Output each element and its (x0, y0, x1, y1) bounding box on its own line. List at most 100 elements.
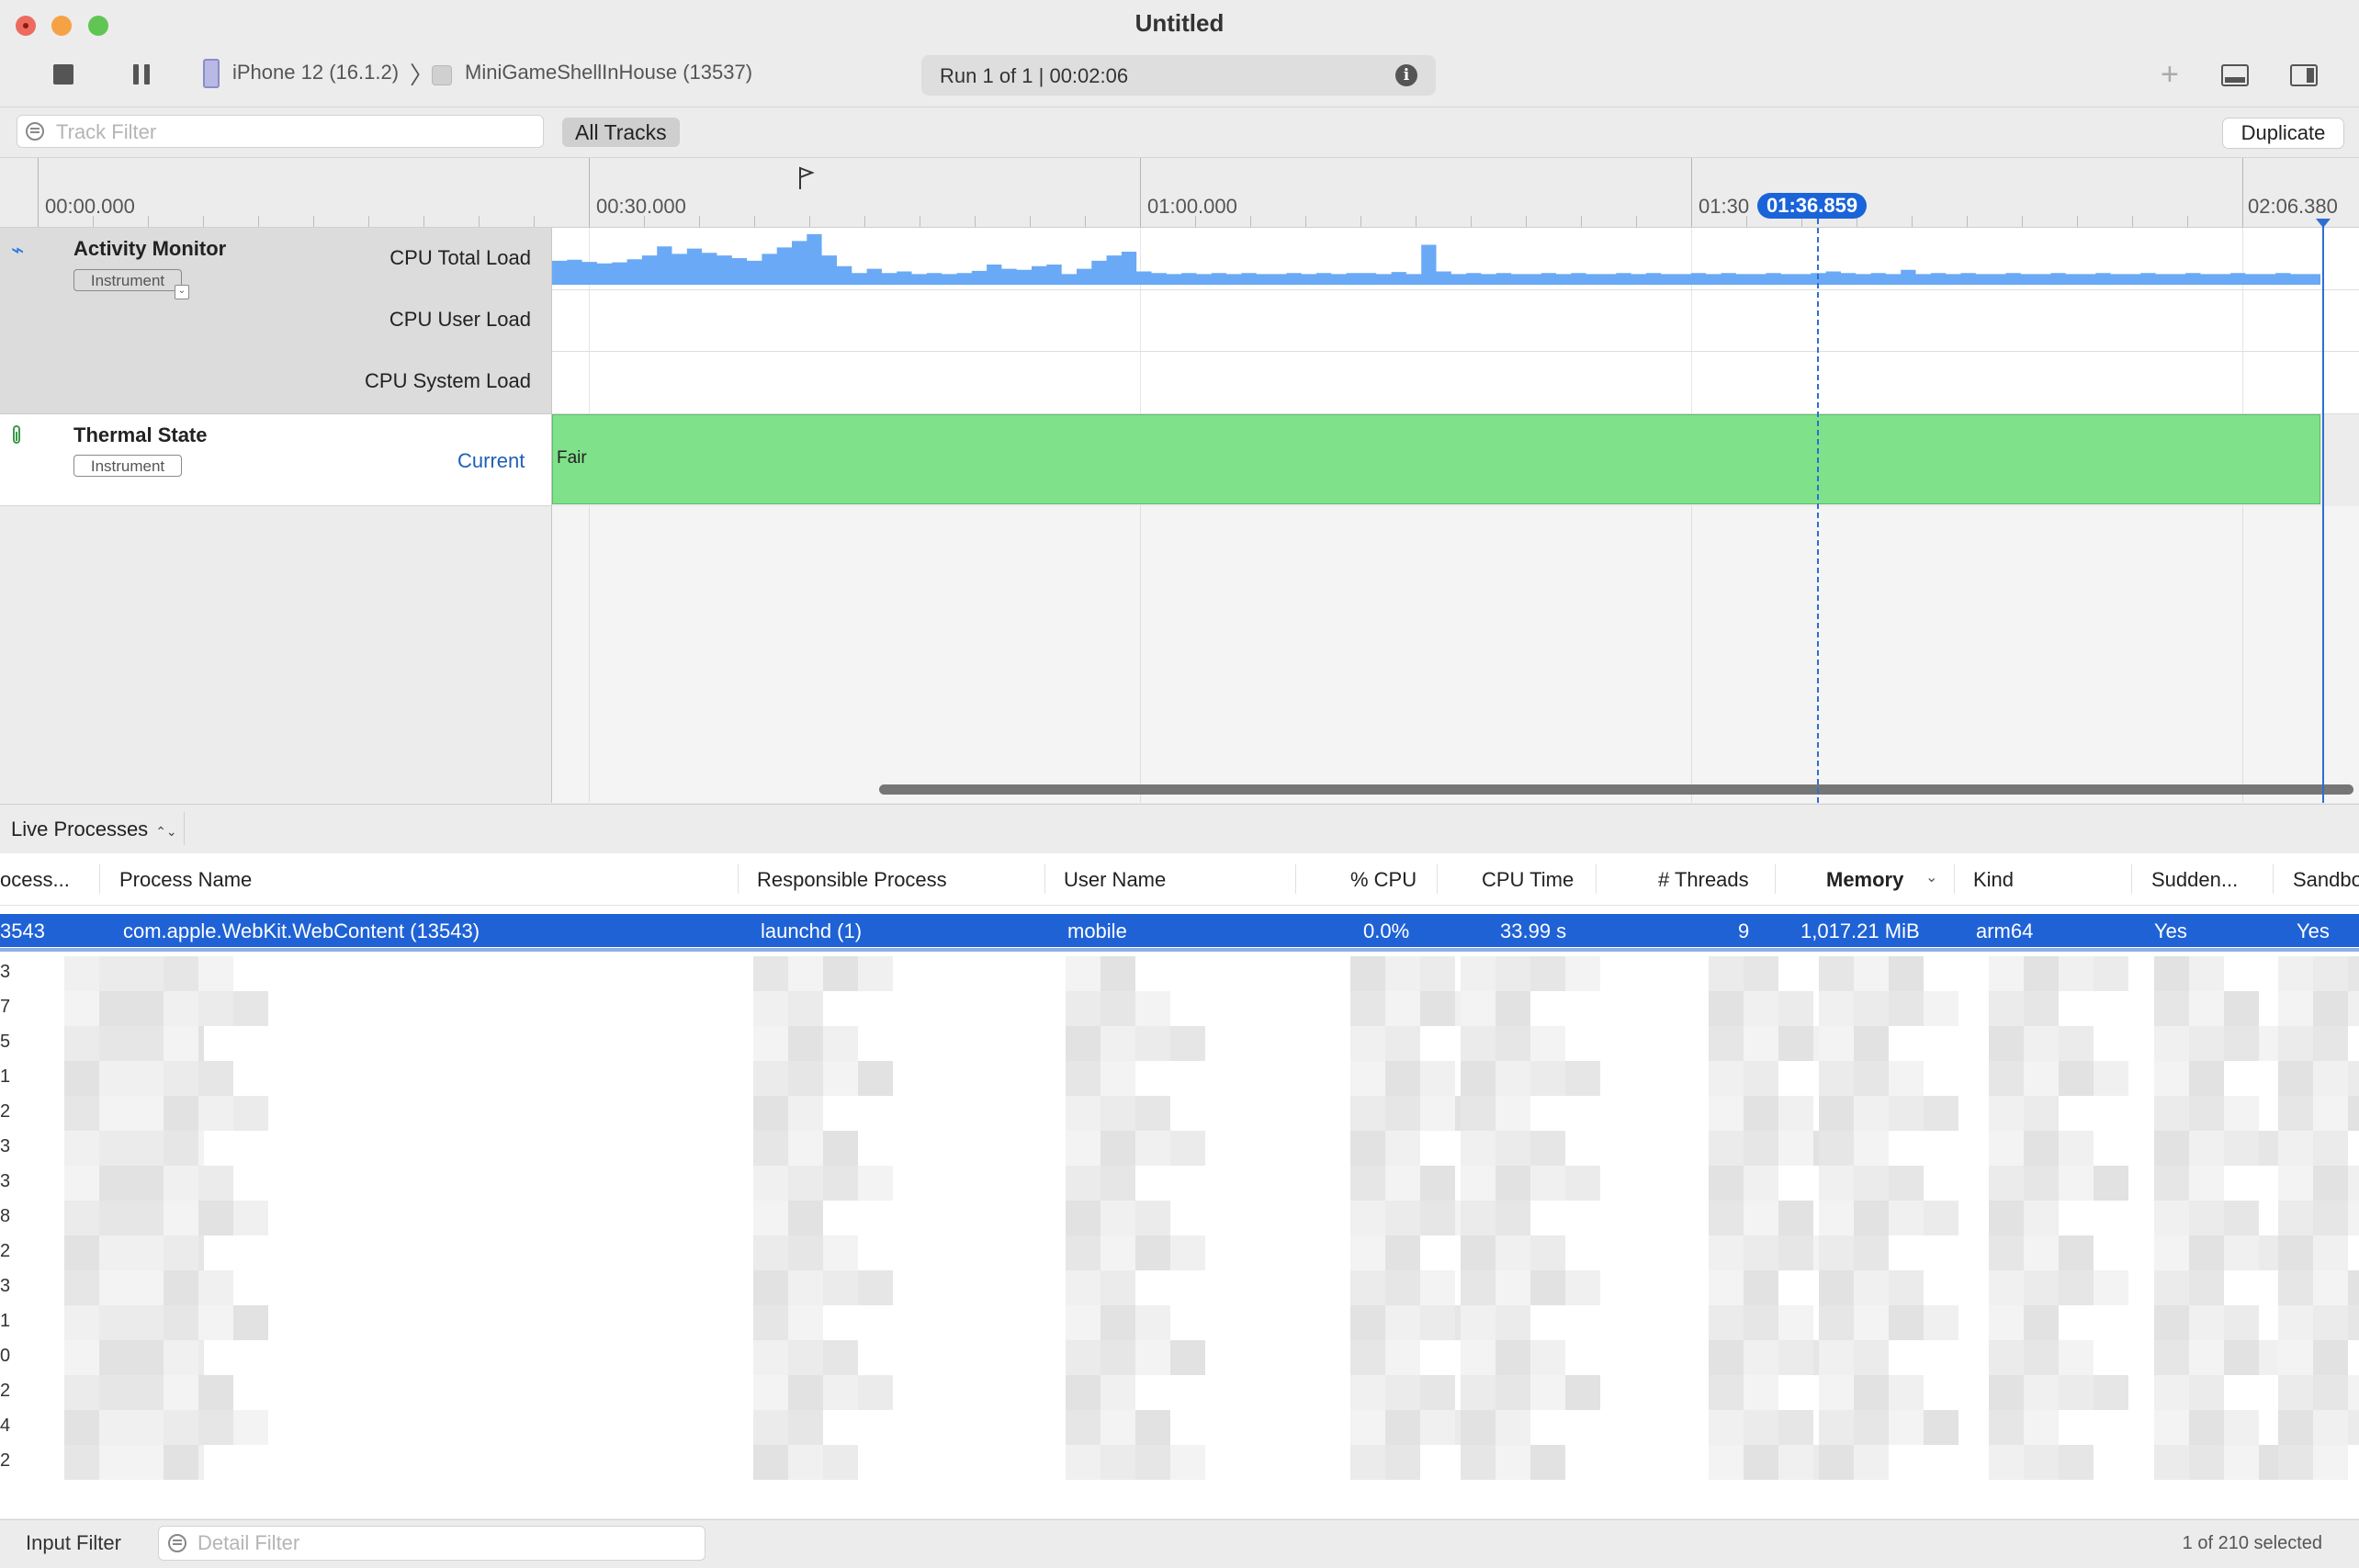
obscured-cell (1889, 1410, 1924, 1445)
track-filter-input[interactable] (54, 116, 517, 149)
toggle-inspector-panel-icon[interactable] (2290, 64, 2318, 86)
obscured-cell (1819, 1445, 1854, 1480)
obscured-cell (1819, 1131, 1854, 1166)
obscured-cell (1420, 956, 1455, 991)
run-status-box[interactable]: Run 1 of 1 | 00:02:06 i (921, 55, 1436, 96)
obscured-cell (788, 956, 823, 991)
ruler-minor-tick (1250, 216, 1251, 227)
obscured-cell (823, 1270, 858, 1305)
target-process-selector[interactable]: MiniGameShellInHouse (13537) (465, 61, 752, 85)
obscured-cell (2313, 1131, 2348, 1166)
obscured-cell (2278, 1305, 2313, 1340)
horizontal-scrollbar[interactable] (879, 784, 2353, 795)
obscured-cell (2278, 1096, 2313, 1131)
detail-view-selector[interactable]: Live Processes ⌃⌄ (11, 818, 177, 841)
flag-icon[interactable] (797, 165, 816, 191)
obscured-cell (164, 991, 198, 1026)
column-header-user-name[interactable]: User Name (1064, 868, 1166, 892)
toggle-detail-panel-icon[interactable] (2221, 64, 2249, 86)
obscured-cell (1709, 1096, 1744, 1131)
detail-filter-field[interactable] (158, 1526, 705, 1561)
track-header-divider[interactable] (551, 228, 552, 803)
inspection-head-time[interactable]: 01:36.859 (1757, 193, 1868, 219)
ruler-minor-tick (864, 216, 865, 227)
column-header-pid[interactable]: ocess... (0, 868, 70, 892)
obscured-cell (1170, 1026, 1205, 1061)
ruler-minor-tick (148, 216, 149, 227)
track-header-thermal-state[interactable]: Thermal State Instrument Current (0, 414, 551, 506)
obscured-cell (1889, 956, 1924, 991)
stop-recording-button[interactable] (53, 64, 73, 85)
obscured-cell (823, 1026, 858, 1061)
sort-descending-icon[interactable]: ⌄ (1925, 868, 1937, 886)
ruler-minor-tick (1360, 216, 1361, 227)
obscured-cell (1100, 1026, 1135, 1061)
obscured-cell (1709, 1270, 1744, 1305)
obscured-cell (1989, 1270, 2024, 1305)
obscured-cell (858, 1270, 893, 1305)
obscured-cell (2059, 1131, 2094, 1166)
obscured-cell (2189, 956, 2224, 991)
obscured-cell (1385, 1131, 1420, 1166)
obscured-cell (2313, 1026, 2348, 1061)
column-header-responsible-process[interactable]: Responsible Process (757, 868, 947, 892)
obscured-cell (2024, 1305, 2059, 1340)
obscured-cell (2024, 1445, 2059, 1480)
obscured-cell (1530, 956, 1565, 991)
table-row-pid-fragment: 0 (0, 1346, 11, 1366)
obscured-cell (2313, 1340, 2348, 1375)
input-filter-label[interactable]: Input Filter (26, 1531, 121, 1555)
obscured-cell (2024, 1026, 2059, 1061)
processes-table: ocess... Process Name Responsible Proces… (0, 853, 2359, 1518)
device-selector[interactable]: iPhone 12 (16.1.2) (232, 61, 399, 85)
obscured-cell (753, 1026, 788, 1061)
obscured-cell (1385, 1340, 1420, 1375)
column-header-cpu-percent[interactable]: % CPU (1350, 868, 1417, 892)
obscured-cell (1854, 1026, 1889, 1061)
duplicate-button[interactable]: Duplicate (2222, 118, 2344, 149)
thermal-state-bar[interactable]: Fair (552, 414, 2320, 504)
track-header-activity-monitor[interactable]: ⌁ Activity Monitor Instrument ⌄ CPU Tota… (0, 228, 551, 414)
column-header-cpu-time[interactable]: CPU Time (1482, 868, 1574, 892)
table-row-pid-fragment: 2 (0, 1450, 11, 1471)
obscured-cell (64, 1166, 99, 1201)
obscured-cell (1066, 956, 1100, 991)
column-header-sandbox[interactable]: Sandbo (2293, 868, 2359, 892)
ruler-minor-tick (313, 216, 314, 227)
track-filter-field[interactable] (17, 115, 544, 149)
cell-threads: 9 (1738, 919, 1750, 942)
obscured-cell (1989, 1166, 2024, 1201)
column-header-memory[interactable]: Memory (1826, 868, 1903, 892)
obscured-cell (1461, 1410, 1496, 1445)
obscured-cell (129, 991, 164, 1026)
column-header-sudden-termination[interactable]: Sudden... (2151, 868, 2238, 892)
obscured-cell (129, 1061, 164, 1096)
info-icon[interactable]: i (1395, 64, 1417, 86)
timeline-ruler[interactable]: 00:00.000 00:30.000 01:00.000 01:30 02:0… (0, 158, 2359, 228)
detail-filter-input[interactable] (196, 1527, 659, 1560)
obscured-cell (1854, 1305, 1889, 1340)
all-tracks-button[interactable]: All Tracks (562, 118, 680, 147)
obscured-cell (1066, 1166, 1100, 1201)
chevron-down-icon[interactable]: ⌄ (175, 285, 189, 299)
obscured-cell (858, 956, 893, 991)
inspection-cursor[interactable] (1817, 219, 1819, 803)
obscured-cell (1989, 1340, 2024, 1375)
obscured-cell (1709, 1061, 1744, 1096)
column-header-kind[interactable]: Kind (1973, 868, 2014, 892)
obscured-cell (1778, 1026, 1813, 1061)
obscured-cell (2154, 1410, 2189, 1445)
ruler-minor-tick (258, 216, 259, 227)
obscured-cell (129, 1375, 164, 1410)
obscured-cell (64, 1096, 99, 1131)
add-instrument-icon[interactable]: + (2161, 57, 2179, 93)
obscured-cell (198, 1375, 233, 1410)
table-row-selected[interactable]: 3543 com.apple.WebKit.WebContent (13543)… (0, 914, 2359, 947)
column-header-threads[interactable]: # Threads (1658, 868, 1749, 892)
obscured-cell (198, 1305, 233, 1340)
obscured-cell (1778, 1445, 1813, 1480)
pause-recording-button[interactable] (133, 64, 150, 85)
obscured-cell (1889, 1270, 1924, 1305)
obscured-cell (64, 1270, 99, 1305)
column-header-process-name[interactable]: Process Name (119, 868, 252, 892)
